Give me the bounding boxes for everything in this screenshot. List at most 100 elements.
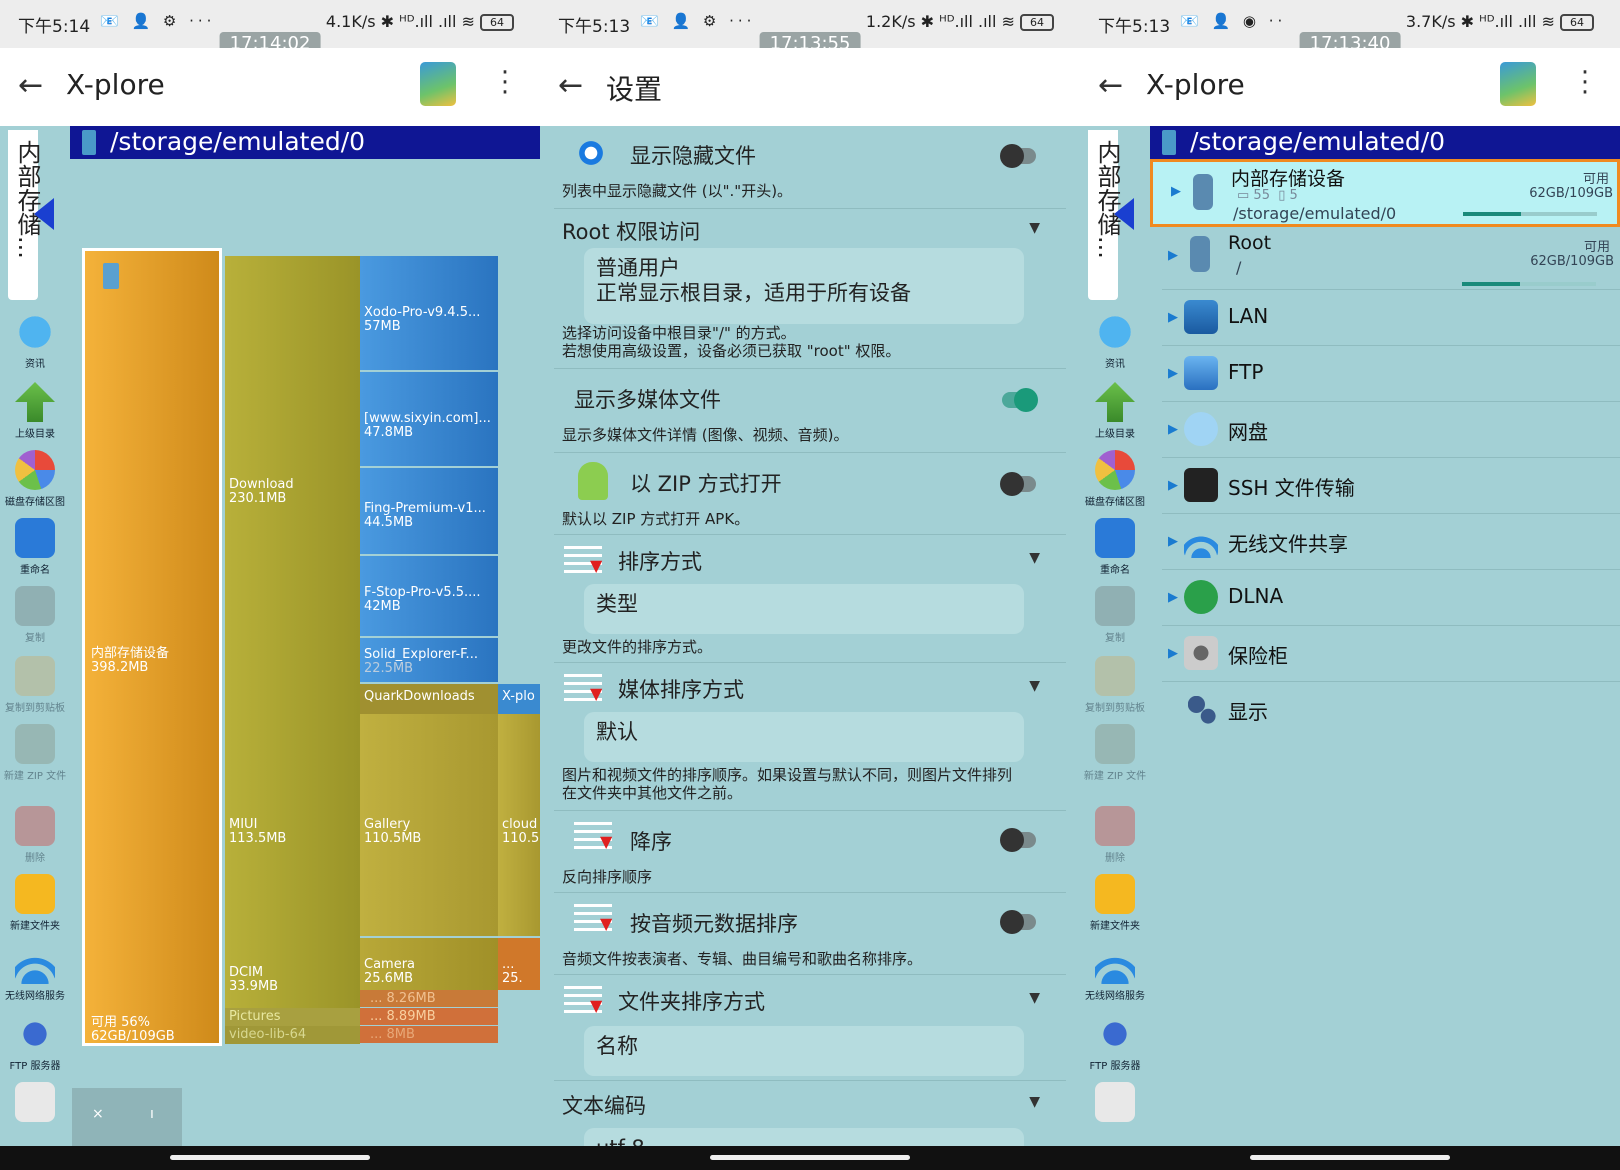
- back-arrow-icon[interactable]: ←: [1098, 68, 1123, 103]
- expand-triangle-icon[interactable]: ▶: [1168, 646, 1178, 661]
- tool-parent-dir[interactable]: 上级目录: [1080, 382, 1150, 440]
- tool-delete[interactable]: 删除: [0, 806, 70, 864]
- tool-disk-map[interactable]: 磁盘存储区图: [1080, 450, 1150, 508]
- dropdown-arrow-icon[interactable]: ▼: [1029, 550, 1040, 566]
- treemap-gallery[interactable]: Gallery 110.5MB: [360, 714, 498, 936]
- tool-rename[interactable]: 重命名: [0, 518, 70, 576]
- dropdown-arrow-icon[interactable]: ▼: [1029, 678, 1040, 694]
- tool-delete[interactable]: 删除: [1080, 806, 1150, 864]
- expand-triangle-icon[interactable]: ▶: [1168, 310, 1178, 325]
- back-arrow-icon[interactable]: ←: [18, 68, 43, 103]
- list-item-root[interactable]: ▶ Root / 可用 62GB/109GB: [1150, 228, 1620, 290]
- close-icon[interactable]: ×: [92, 1106, 104, 1122]
- tool-copy[interactable]: 复制: [0, 586, 70, 644]
- treemap-25[interactable]: ... 25.: [498, 938, 540, 990]
- tool-disk-map[interactable]: 磁盘存储区图: [0, 450, 70, 508]
- tool-info[interactable]: 资讯: [1080, 312, 1150, 370]
- treemap-pictures[interactable]: Pictures: [225, 1008, 360, 1026]
- tool-new-zip[interactable]: 新建 ZIP 文件: [1080, 724, 1150, 782]
- setting-root-access[interactable]: Root 权限访问 ▼ 普通用户 正常显示根目录，适用于所有设备 选择访问设备中根…: [540, 210, 1080, 362]
- expand-triangle-icon[interactable]: ▶: [1168, 248, 1178, 263]
- tool-ftp-server[interactable]: FTP 服务器: [0, 1014, 70, 1072]
- treemap-fstop[interactable]: F-Stop-Pro-v5.5.... 42MB: [360, 556, 498, 636]
- info-small-icon[interactable]: ı: [150, 1106, 154, 1122]
- app-launcher-icon[interactable]: [1500, 62, 1536, 106]
- setting-open-as-zip[interactable]: 以 ZIP 方式打开 默认以 ZIP 方式打开 APK。: [540, 454, 1080, 534]
- expand-triangle-icon[interactable]: ▶: [1168, 478, 1178, 493]
- tool-copy-clipboard[interactable]: 复制到剪贴板: [0, 656, 70, 714]
- list-item-internal-storage[interactable]: ▶ 内部存储设备 ▭ 55 ▯ 5 /storage/emulated/0 可用…: [1150, 159, 1620, 227]
- tool-ftp-server[interactable]: FTP 服务器: [1080, 1014, 1150, 1072]
- treemap-dcim[interactable]: DCIM 33.9MB: [225, 940, 360, 1008]
- expand-triangle-icon[interactable]: ▶: [1168, 422, 1178, 437]
- list-item-display[interactable]: 显示: [1150, 682, 1620, 738]
- treemap-fing[interactable]: Fing-Premium-v1... 44.5MB: [360, 468, 498, 554]
- treemap-small-2[interactable]: ... 8.89MB: [360, 1008, 498, 1025]
- treemap-download[interactable]: Download 230.1MB: [225, 256, 360, 714]
- list-item-ftp[interactable]: ▶ FTP: [1150, 346, 1620, 402]
- dropdown-arrow-icon[interactable]: ▼: [1029, 220, 1040, 236]
- list-item-wifi-share[interactable]: ▶ 无线文件共享: [1150, 514, 1620, 570]
- treemap-cloud[interactable]: cloud110.5M: [498, 714, 540, 936]
- setting-audio-metadata-sort[interactable]: ▼ 按音频元数据排序 音频文件按表演者、专辑、曲目编号和歌曲名称排序。: [540, 894, 1080, 972]
- list-item-lan[interactable]: ▶ LAN: [1150, 290, 1620, 346]
- dropdown-arrow-icon[interactable]: ▼: [1029, 990, 1040, 1006]
- list-item-vault[interactable]: ▶ 保险柜: [1150, 626, 1620, 682]
- tool-rename[interactable]: 重命名: [1080, 518, 1150, 576]
- folder-sort-value[interactable]: 名称: [584, 1026, 1024, 1076]
- toggle-descending[interactable]: [1000, 828, 1036, 852]
- setting-text-encoding[interactable]: 文本编码 ▼ utf-8: [540, 1082, 1080, 1168]
- treemap-small-1[interactable]: ... 8.26MB: [360, 990, 498, 1007]
- treemap-camera[interactable]: Camera 25.6MB: [360, 938, 498, 990]
- dropdown-arrow-icon[interactable]: ▼: [1029, 1094, 1040, 1110]
- treemap-sixyin[interactable]: [www.sixyin.com]... 47.8MB: [360, 372, 498, 466]
- treemap-xplo[interactable]: X-plo: [498, 684, 540, 714]
- toggle-audio-metadata[interactable]: [1000, 910, 1036, 934]
- sort-value[interactable]: 类型: [584, 584, 1024, 634]
- treemap-video-lib[interactable]: video-lib-64: [225, 1026, 360, 1044]
- tool-wifi-server[interactable]: 无线网络服务: [0, 944, 70, 1002]
- toggle-show-media[interactable]: [1002, 388, 1038, 412]
- home-indicator[interactable]: [710, 1155, 910, 1160]
- expand-triangle-icon[interactable]: ▶: [1168, 366, 1178, 381]
- tool-wifi-server[interactable]: 无线网络服务: [1080, 944, 1150, 1002]
- expand-triangle-icon[interactable]: ▶: [1168, 590, 1178, 605]
- tool-copy-clipboard[interactable]: 复制到剪贴板: [1080, 656, 1150, 714]
- setting-descending[interactable]: ▼ 降序 反向排序顺序: [540, 812, 1080, 890]
- tool-new-zip[interactable]: 新建 ZIP 文件: [0, 724, 70, 782]
- setting-media-sort[interactable]: ▼ 媒体排序方式 ▼ 默认 图片和视频文件的排序顺序。如果设置与默认不同，则图片…: [540, 664, 1080, 808]
- expand-triangle-icon[interactable]: ▶: [1171, 184, 1181, 199]
- list-item-cloud[interactable]: ▶ 网盘: [1150, 402, 1620, 458]
- treemap-root-internal-storage[interactable]: 内部存储设备 398.2MB 可用 56% 62GB/109GB: [82, 248, 222, 1046]
- tool-copy[interactable]: 复制: [1080, 586, 1150, 644]
- media-sort-value[interactable]: 默认: [584, 712, 1024, 762]
- treemap-small-3[interactable]: ... 8MB: [360, 1026, 498, 1043]
- tool-new-folder[interactable]: 新建文件夹: [1080, 874, 1150, 932]
- setting-folder-sort[interactable]: ▼ 文件夹排序方式 ▼ 名称: [540, 976, 1080, 1076]
- expand-triangle-icon[interactable]: ▶: [1168, 534, 1178, 549]
- overflow-menu-icon[interactable]: · · ·: [500, 60, 510, 106]
- home-indicator[interactable]: [170, 1155, 370, 1160]
- treemap-xodo[interactable]: Xodo-Pro-v9.4.5... 57MB: [360, 256, 498, 370]
- overflow-menu-icon[interactable]: · · ·: [1580, 60, 1590, 106]
- setting-show-media[interactable]: 显示多媒体文件 显示多媒体文件详情 (图像、视频、音频)。: [540, 370, 1080, 450]
- home-indicator[interactable]: [1250, 1155, 1450, 1160]
- toggle-show-hidden[interactable]: [1000, 144, 1036, 168]
- app-launcher-icon[interactable]: [420, 62, 456, 106]
- list-item-dlna[interactable]: ▶ DLNA: [1150, 570, 1620, 626]
- setting-sort-by[interactable]: ▼ 排序方式 ▼ 类型 更改文件的排序方式。: [540, 536, 1080, 656]
- tool-info[interactable]: 资讯: [0, 312, 70, 370]
- toggle-open-as-zip[interactable]: [1000, 472, 1036, 496]
- list-item-ssh[interactable]: ▶ SSH 文件传输: [1150, 458, 1620, 514]
- setting-show-hidden[interactable]: 显示隐藏文件 列表中显示隐藏文件 (以"."开头)。: [540, 126, 1080, 206]
- treemap-solid[interactable]: Solid_Explorer-F... 22.5MB: [360, 638, 498, 682]
- tool-new-file[interactable]: [0, 1082, 70, 1125]
- treemap-quark[interactable]: QuarkDownloads: [360, 684, 498, 714]
- treemap-miui[interactable]: MIUI 113.5MB: [225, 714, 360, 940]
- tool-parent-dir[interactable]: 上级目录: [0, 382, 70, 440]
- tool-new-folder[interactable]: 新建文件夹: [0, 874, 70, 932]
- root-access-value[interactable]: 普通用户 正常显示根目录，适用于所有设备: [584, 248, 1024, 324]
- back-arrow-icon[interactable]: ←: [558, 68, 583, 103]
- tool-new-file[interactable]: [1080, 1082, 1150, 1125]
- item-label: 无线文件共享: [1228, 532, 1348, 556]
